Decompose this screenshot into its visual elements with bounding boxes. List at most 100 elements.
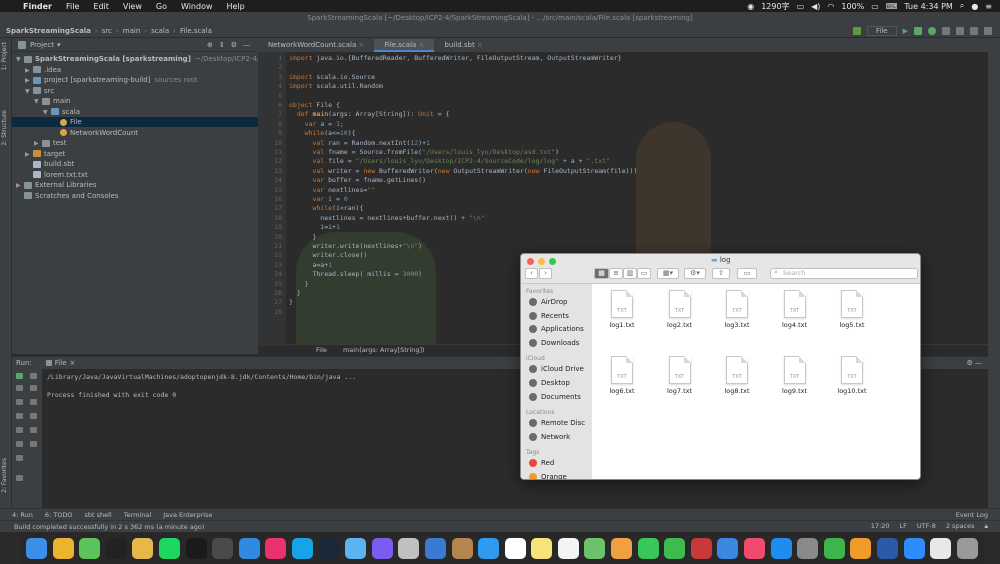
forward-button[interactable]: ›	[539, 268, 552, 279]
volume-icon[interactable]: ◀)	[811, 2, 820, 11]
finder-icon[interactable]	[26, 537, 47, 559]
project-tree-item[interactable]: ▶ test	[12, 138, 258, 148]
menu-window[interactable]: Window	[174, 2, 220, 11]
spotify-icon[interactable]	[158, 537, 180, 559]
camera-icon[interactable]	[16, 399, 23, 405]
stop-icon[interactable]	[956, 26, 964, 35]
tool-java-enterprise[interactable]: Java Enterprise	[163, 511, 212, 519]
trash-icon[interactable]	[956, 537, 978, 559]
project-tree-item[interactable]: ▼SparkStreamingScala [sparkstreaming]~/D…	[12, 54, 328, 65]
chevron-right-icon[interactable]: ▶	[25, 66, 33, 76]
sidebar-item-recents[interactable]: Recents	[529, 311, 569, 320]
action-button[interactable]: ⚙▾	[684, 268, 706, 279]
network-speed[interactable]: 1290字	[761, 1, 789, 12]
file-item[interactable]: TXT log9.txt	[775, 356, 815, 395]
project-view-select[interactable]: Project	[30, 41, 54, 49]
notebook-icon[interactable]	[451, 537, 473, 559]
calendar-icon[interactable]	[504, 537, 526, 559]
event-log[interactable]: Event Log	[956, 511, 1000, 519]
editor-tab[interactable]: File.scala ×	[374, 39, 435, 52]
chevron-down-icon[interactable]: ▼	[16, 55, 24, 65]
run-tab-file[interactable]: File	[55, 359, 67, 367]
close-icon[interactable]: ×	[70, 359, 76, 367]
project-tree-item[interactable]: ▶ project [sparkstreaming-build] sources r…	[12, 75, 258, 85]
project-tree-item[interactable]: NetworkWordCount	[12, 128, 258, 138]
close-tab-icon[interactable]: ×	[475, 41, 483, 49]
share-button[interactable]: ⇧	[712, 268, 730, 279]
rerun-icon[interactable]	[16, 373, 23, 379]
clear-all-icon[interactable]	[30, 441, 37, 447]
sidebar-item-icloud-drive[interactable]: iCloud Drive	[529, 365, 584, 374]
messages-icon[interactable]	[637, 537, 659, 559]
chrome-icon[interactable]	[52, 537, 74, 559]
file-item[interactable]: TXT log6.txt	[602, 356, 642, 395]
tool-terminal[interactable]: Terminal	[124, 511, 151, 519]
coverage-icon[interactable]	[928, 26, 936, 35]
system-preferences-icon[interactable]	[797, 537, 819, 559]
breadcrumb-scala[interactable]: scala	[148, 27, 172, 35]
webstorm-icon[interactable]	[291, 537, 313, 559]
scroll-to-end-icon[interactable]	[30, 413, 37, 419]
pin-tab-icon[interactable]	[16, 475, 23, 481]
project-tree-item[interactable]: ▼ src	[12, 86, 258, 96]
editor-breadcrumb-method[interactable]: main(args: Array[String])	[329, 346, 425, 354]
keyboard-icon[interactable]: ⌨	[886, 2, 898, 11]
breadcrumb-main[interactable]: main	[120, 27, 144, 35]
pin-icon[interactable]	[16, 427, 23, 433]
sidebar-item-orange[interactable]: Orange	[529, 473, 567, 479]
breadcrumb-src[interactable]: src	[99, 27, 115, 35]
minimize-window-button[interactable]	[538, 258, 545, 265]
gallery-view-button[interactable]: ▭	[637, 268, 651, 279]
pages-icon[interactable]	[850, 537, 872, 559]
file-item[interactable]: TXT log7.txt	[660, 356, 700, 395]
launchpad-icon[interactable]	[398, 537, 420, 559]
user-icon[interactable]: ●	[971, 2, 978, 11]
collapse-all-icon[interactable]: ⇕	[219, 41, 225, 49]
preview-icon[interactable]	[424, 537, 446, 559]
profile-icon[interactable]	[942, 26, 950, 35]
menu-help[interactable]: Help	[220, 2, 252, 11]
column-view-button[interactable]: ▥	[623, 268, 637, 279]
gear-icon[interactable]: ⚙	[231, 41, 237, 49]
app-store-icon[interactable]	[770, 537, 792, 559]
photo-booth-icon[interactable]	[690, 537, 712, 559]
tags-button[interactable]: ▭	[737, 268, 757, 279]
project-tree-item[interactable]: build.sbt	[12, 159, 258, 169]
tool-sbt-shell[interactable]: sbt shell	[84, 511, 111, 519]
chevron-right-icon[interactable]: ▶	[16, 181, 24, 191]
sublime-icon[interactable]	[212, 537, 234, 559]
music-icon[interactable]	[744, 537, 766, 559]
chevron-down-icon[interactable]: ▼	[34, 97, 42, 107]
run-icon[interactable]: ▶	[903, 27, 908, 35]
sidebar-item-documents[interactable]: Documents	[529, 392, 581, 401]
chevron-down-icon[interactable]: ▼	[25, 87, 33, 97]
hide-icon[interactable]: —	[243, 41, 250, 49]
sidebar-item-airdrop[interactable]: AirDrop	[529, 298, 567, 306]
airplay-icon[interactable]: ▭	[797, 2, 805, 11]
notification-center-icon[interactable]: ≡	[985, 2, 992, 11]
notes-icon[interactable]	[531, 537, 553, 559]
debug-icon[interactable]	[914, 26, 922, 35]
document-icon[interactable]	[930, 537, 952, 559]
gear-icon[interactable]: ⚙ —	[966, 359, 988, 367]
file-item[interactable]: TXT log3.txt	[717, 290, 757, 329]
file-item[interactable]: TXT log2.txt	[660, 290, 700, 329]
file-item[interactable]: TXT log4.txt	[775, 290, 815, 329]
vr-icon[interactable]	[345, 537, 367, 559]
back-button[interactable]: ‹	[525, 268, 538, 279]
print-icon[interactable]	[16, 441, 23, 447]
close-tab-icon[interactable]: ×	[416, 41, 425, 49]
wifi-icon[interactable]: ◠	[827, 2, 834, 11]
chevron-right-icon[interactable]: ▶	[25, 150, 33, 160]
editor-breadcrumb-object[interactable]: File	[316, 346, 327, 354]
soft-wrap-icon[interactable]	[30, 399, 37, 405]
file-item[interactable]: TXT log8.txt	[717, 356, 757, 395]
restore-layout-icon[interactable]	[16, 413, 23, 419]
word-icon[interactable]	[877, 537, 898, 559]
status-position[interactable]: 17:20	[871, 522, 890, 531]
sidebar-item-remote-disc[interactable]: Remote Disc	[529, 419, 585, 428]
favorites-tool-tab[interactable]: 2: Favorites	[1, 458, 8, 493]
siri-icon[interactable]	[371, 537, 393, 559]
stop-run-icon[interactable]	[16, 385, 23, 391]
scroll-down-icon[interactable]	[30, 385, 37, 391]
